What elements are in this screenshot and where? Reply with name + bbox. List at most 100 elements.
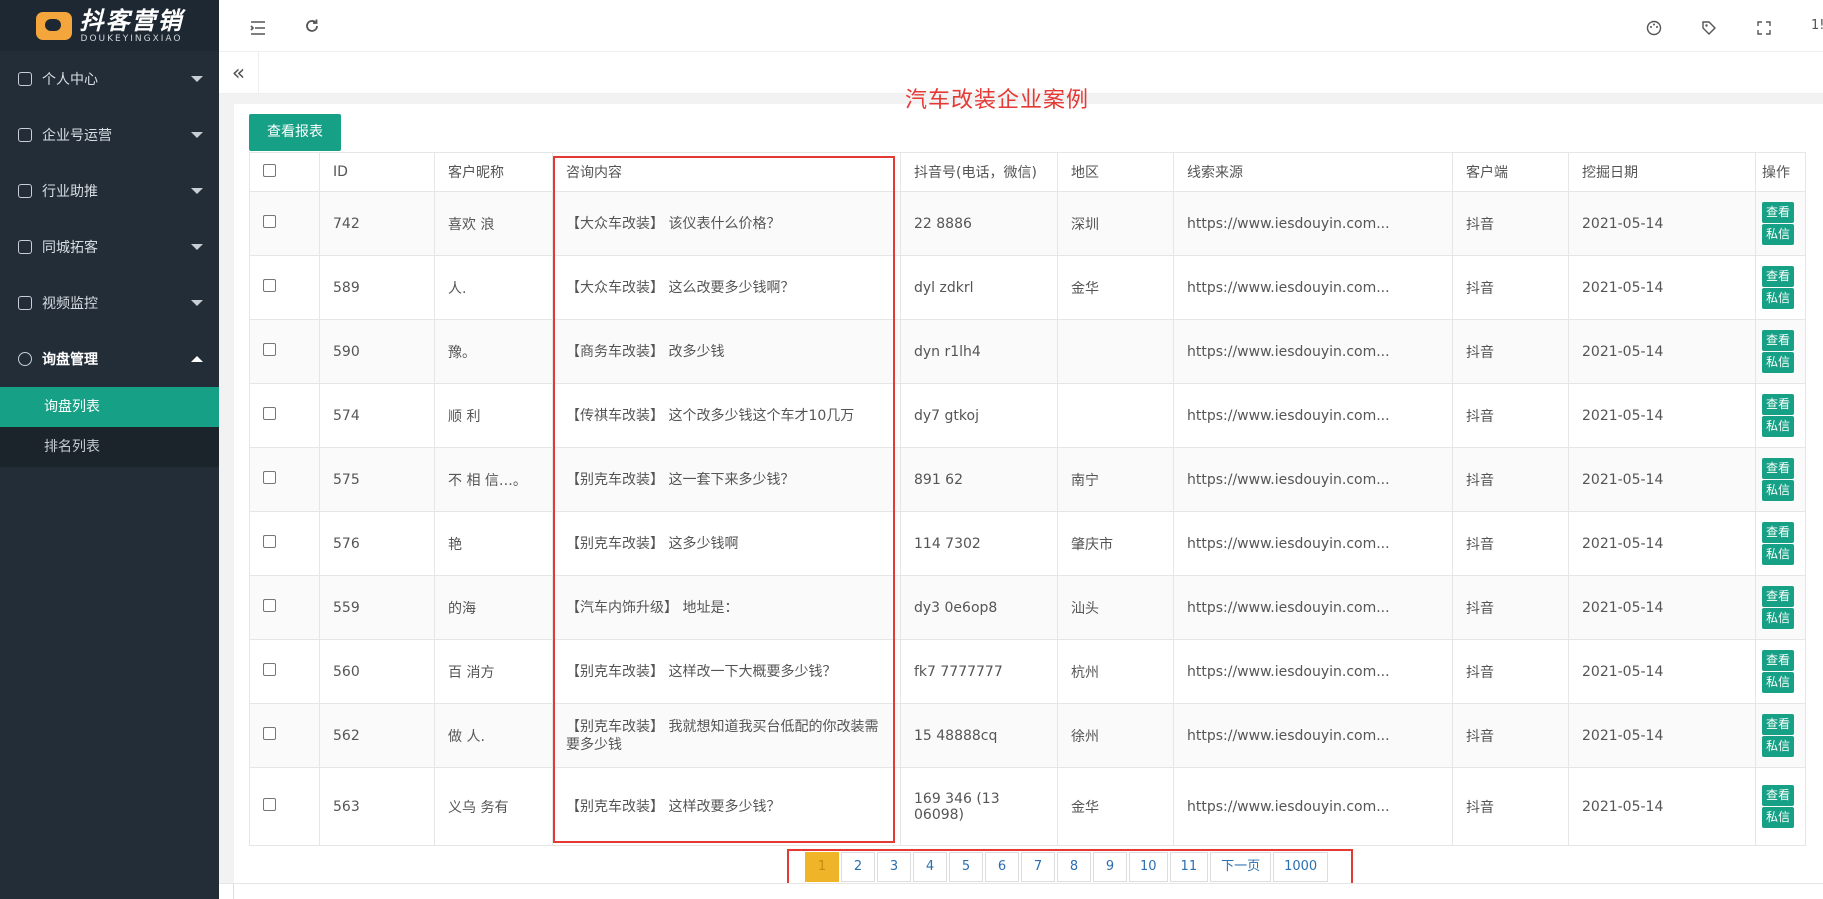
sidebar-item-label: 企业号运营 <box>42 128 112 144</box>
message-button[interactable]: 私信 <box>1762 480 1794 501</box>
source-link[interactable]: https://www.iesdouyin.com... <box>1173 319 1453 384</box>
page-9[interactable]: 9 <box>1093 852 1127 882</box>
client-cell: 抖音 <box>1452 255 1569 320</box>
source-link[interactable]: https://www.iesdouyin.com... <box>1173 447 1453 512</box>
view-button[interactable]: 查看 <box>1762 458 1794 479</box>
sidebar: 抖客营销 DOUKEYINGXIAO 个人中心 企业号运营 行业助推 同城拓客 视频监控… <box>0 0 219 899</box>
page-3[interactable]: 3 <box>877 852 911 882</box>
fullscreen-icon[interactable] <box>1753 17 1775 39</box>
source-link[interactable]: https://www.iesdouyin.com... <box>1173 383 1453 448</box>
sidebar-item-3[interactable]: 行业助推 <box>0 163 219 219</box>
region-cell <box>1057 383 1174 448</box>
source-link[interactable]: https://www.iesdouyin.com... <box>1173 575 1453 640</box>
date-cell: 2021-05-14 <box>1568 575 1756 640</box>
row-checkbox[interactable] <box>263 279 276 292</box>
row-checkbox[interactable] <box>263 798 276 811</box>
submenu-item-1[interactable]: 询盘列表 <box>0 387 219 427</box>
table-row: 576 艳【别克车改装】 这多少钱啊 114 7302 肇庆市 https://www.… <box>249 511 1806 576</box>
sidebar-item-4[interactable]: 同城拓客 <box>0 219 219 275</box>
message-button[interactable]: 私信 <box>1762 672 1794 693</box>
content-cell: 【大众车改装】 该仪表什么价格？ <box>552 191 901 256</box>
view-button[interactable]: 查看 <box>1762 714 1794 735</box>
sidebar-item-2[interactable]: 企业号运营 <box>0 107 219 163</box>
row-checkbox[interactable] <box>263 407 276 420</box>
row-select-cell <box>249 511 320 576</box>
sidebar-item-label: 询盘管理 <box>42 352 98 368</box>
nickname-cell: 的海 <box>434 575 553 640</box>
row-checkbox[interactable] <box>263 535 276 548</box>
view-button[interactable]: 查看 <box>1762 330 1794 351</box>
logo-icon <box>35 11 72 40</box>
region-cell: 金华 <box>1057 255 1174 320</box>
message-button[interactable]: 私信 <box>1762 352 1794 373</box>
table-row: 589 人. 【大众车改装】 这么改要多少钱啊？ dyl zdkrl 金华 https:/… <box>249 255 1806 320</box>
view-button[interactable]: 查看 <box>1762 785 1794 806</box>
actions-cell: 查看 私信 <box>1755 319 1806 384</box>
sidebar-item-5[interactable]: 视频监控 <box>0 275 219 331</box>
source-link[interactable]: https://www.iesdouyin.com... <box>1173 703 1453 768</box>
table-row: 742 喜欢 浪【大众车改装】 该仪表什么价格？ 22 8886 深圳 https://… <box>249 191 1806 256</box>
row-checkbox[interactable] <box>263 471 276 484</box>
row-checkbox[interactable] <box>263 343 276 356</box>
nickname-cell: 不 相 信…。 <box>434 447 553 512</box>
page-5[interactable]: 5 <box>949 852 983 882</box>
page-1[interactable]: 1 <box>805 852 839 882</box>
select-all-checkbox[interactable] <box>263 163 276 177</box>
row-checkbox[interactable] <box>263 727 276 740</box>
refresh-icon[interactable] <box>301 15 323 37</box>
nickname-cell: 顺 利 <box>434 383 553 448</box>
message-button[interactable]: 私信 <box>1762 544 1794 565</box>
row-checkbox[interactable] <box>263 663 276 676</box>
actions-cell: 查看 私信 <box>1755 575 1806 640</box>
content-cell: 【商务车改装】 改多少钱 <box>552 319 901 384</box>
page-6[interactable]: 6 <box>985 852 1019 882</box>
palette-icon[interactable] <box>1643 17 1665 39</box>
page-11[interactable]: 11 <box>1169 852 1209 882</box>
douyin-cell: 15 48888cq <box>900 703 1058 768</box>
menu-toggle-icon[interactable] <box>247 17 269 39</box>
double-chevron-left-icon[interactable]: « <box>219 52 259 94</box>
id-cell: 562 <box>319 703 435 768</box>
page-4[interactable]: 4 <box>913 852 947 882</box>
view-button[interactable]: 查看 <box>1762 394 1794 415</box>
page-2[interactable]: 2 <box>841 852 875 882</box>
content-cell: 【别克车改装】 这多少钱啊 <box>552 511 901 576</box>
view-report-button[interactable]: 查看报表 <box>249 114 341 151</box>
content-cell: 【别克车改装】 这一套下来多少钱？ <box>552 447 901 512</box>
sidebar-item-6[interactable]: 询盘管理 <box>0 331 219 387</box>
region-cell: 南宁 <box>1057 447 1174 512</box>
client-cell: 抖音 <box>1452 447 1569 512</box>
header-date: 挖掘日期 <box>1568 152 1756 192</box>
row-checkbox[interactable] <box>263 215 276 228</box>
client-cell: 抖音 <box>1452 703 1569 768</box>
source-link[interactable]: https://www.iesdouyin.com... <box>1173 511 1453 576</box>
source-link[interactable]: https://www.iesdouyin.com... <box>1173 255 1453 320</box>
view-button[interactable]: 查看 <box>1762 522 1794 543</box>
message-button[interactable]: 私信 <box>1762 416 1794 437</box>
message-button[interactable]: 私信 <box>1762 807 1794 828</box>
actions-cell: 查看 私信 <box>1755 639 1806 704</box>
message-button[interactable]: 私信 <box>1762 736 1794 757</box>
submenu-item-2[interactable]: 排名列表 <box>0 427 219 467</box>
caret-up-icon <box>191 356 203 362</box>
view-button[interactable]: 查看 <box>1762 202 1794 223</box>
source-link[interactable]: https://www.iesdouyin.com... <box>1173 191 1453 256</box>
message-button[interactable]: 私信 <box>1762 224 1794 245</box>
view-button[interactable]: 查看 <box>1762 266 1794 287</box>
table-row: 590 豫。 【商务车改装】 改多少钱 dyn r1lh4 https://www.ie… <box>249 319 1806 384</box>
view-button[interactable]: 查看 <box>1762 586 1794 607</box>
page-10[interactable]: 10 <box>1129 852 1168 882</box>
last-page-button[interactable]: 1000 <box>1273 852 1329 882</box>
message-button[interactable]: 私信 <box>1762 608 1794 629</box>
tag-icon[interactable] <box>1698 17 1720 39</box>
view-button[interactable]: 查看 <box>1762 650 1794 671</box>
row-checkbox[interactable] <box>263 599 276 612</box>
source-link[interactable]: https://www.iesdouyin.com... <box>1173 767 1453 846</box>
id-cell: 559 <box>319 575 435 640</box>
next-page-button[interactable]: 下一页 <box>1210 852 1272 882</box>
message-button[interactable]: 私信 <box>1762 288 1794 309</box>
page-7[interactable]: 7 <box>1021 852 1055 882</box>
page-8[interactable]: 8 <box>1057 852 1091 882</box>
source-link[interactable]: https://www.iesdouyin.com... <box>1173 639 1453 704</box>
sidebar-item-1[interactable]: 个人中心 <box>0 51 219 107</box>
